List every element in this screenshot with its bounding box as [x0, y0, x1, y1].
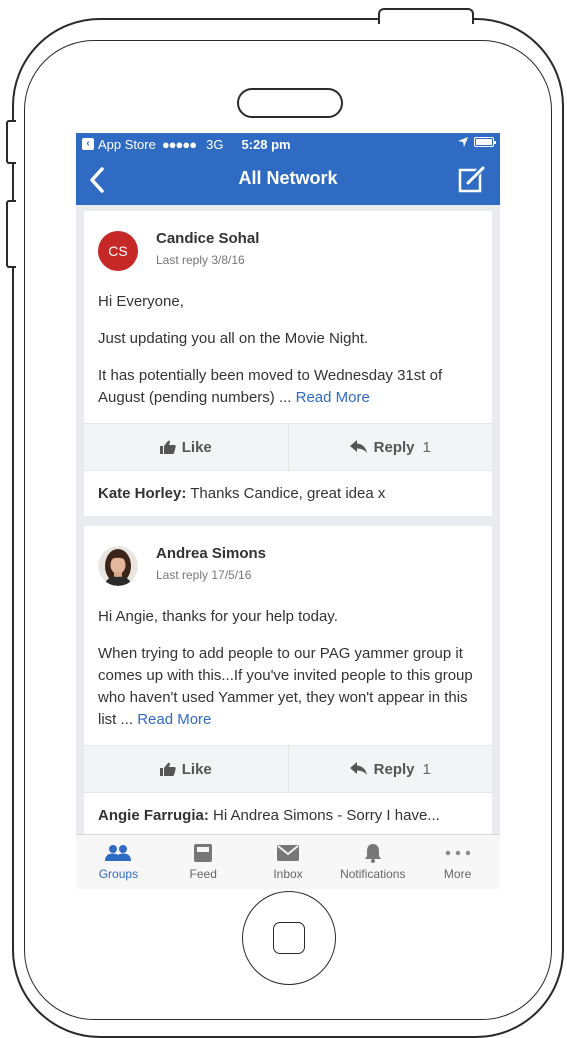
- speaker-grille: [237, 88, 343, 118]
- post-meta: Last reply 17/5/16: [156, 568, 252, 582]
- status-time: 5:28 pm: [241, 136, 291, 152]
- tab-label: Notifications: [340, 867, 406, 881]
- reply-count: 1: [422, 760, 431, 778]
- groups-icon: [105, 845, 132, 861]
- post-card[interactable]: CS Candice Sohal Last reply 3/8/16 Hi Ev…: [84, 211, 492, 516]
- reply-button[interactable]: Reply 1: [289, 746, 493, 792]
- post-paragraph: Hi Angie, thanks for your help today.: [98, 608, 338, 625]
- reply-button[interactable]: Reply 1: [289, 424, 493, 470]
- home-button-icon: [273, 922, 305, 954]
- post-actions: Like Reply 1: [84, 745, 492, 792]
- reply-text: Thanks Candice, great idea x: [190, 485, 386, 502]
- post-body[interactable]: Hi Everyone, Just updating you all on th…: [84, 279, 492, 423]
- avatar[interactable]: CS: [98, 231, 138, 271]
- post-meta: Last reply 3/8/16: [156, 253, 245, 267]
- back-app-label[interactable]: App Store: [98, 137, 156, 152]
- status-bar: ‹ App Store ●●●●● 3G 5:28 pm: [76, 133, 500, 155]
- post-paragraph: Just updating you all on the Movie Night…: [98, 330, 369, 347]
- thumbs-up-icon: [159, 762, 176, 776]
- signal-strength: ●●●●●: [161, 136, 197, 152]
- tab-inbox[interactable]: Inbox: [246, 835, 331, 889]
- read-more-link[interactable]: Read More: [137, 711, 211, 728]
- battery-icon: [474, 137, 496, 147]
- reply-author: Angie Farrugia:: [98, 807, 209, 824]
- reply-author: Kate Horley:: [98, 485, 187, 502]
- page-title: All Network: [238, 168, 338, 188]
- post-actions: Like Reply 1: [84, 423, 492, 470]
- like-label: Like: [181, 438, 212, 456]
- latest-reply[interactable]: Kate Horley: Thanks Candice, great idea …: [84, 470, 492, 516]
- location-icon: [458, 137, 468, 147]
- avatar[interactable]: [98, 546, 138, 586]
- feed-icon: [194, 844, 213, 862]
- like-button[interactable]: Like: [84, 746, 289, 792]
- tab-label: More: [443, 867, 472, 881]
- navigation-bar: All Network: [76, 155, 500, 205]
- reply-text: Hi Andrea Simons - Sorry I have...: [213, 807, 440, 824]
- back-to-app-icon[interactable]: ‹: [82, 138, 94, 150]
- post-author[interactable]: Candice Sohal: [156, 230, 259, 247]
- reply-count: 1: [422, 438, 431, 456]
- tab-more[interactable]: More: [415, 835, 500, 889]
- tab-label: Inbox: [273, 867, 303, 881]
- post-author[interactable]: Andrea Simons: [156, 545, 266, 562]
- latest-reply[interactable]: Angie Farrugia: Hi Andrea Simons - Sorry…: [84, 792, 492, 838]
- mute-switch: [6, 120, 16, 164]
- post-card[interactable]: Andrea Simons Last reply 17/5/16 Hi Angi…: [84, 526, 492, 838]
- conversation-feed[interactable]: CS Candice Sohal Last reply 3/8/16 Hi Ev…: [76, 205, 500, 838]
- post-paragraph: Hi Everyone,: [98, 293, 184, 310]
- reply-arrow-icon: [349, 440, 367, 453]
- reply-label: Reply: [373, 438, 415, 456]
- like-button[interactable]: Like: [84, 424, 289, 470]
- volume-button: [6, 200, 16, 268]
- network-type: 3G: [206, 136, 224, 152]
- tab-label: Feed: [189, 867, 217, 881]
- post-body[interactable]: Hi Angie, thanks for your help today. Wh…: [84, 594, 492, 745]
- more-icon: [445, 850, 470, 856]
- inbox-icon: [276, 845, 299, 861]
- tab-bar: Groups Feed Inbox Notifications More: [76, 834, 500, 889]
- screen: ‹ App Store ●●●●● 3G 5:28 pm All Network…: [76, 133, 500, 889]
- tab-label: Groups: [98, 867, 139, 881]
- tab-feed[interactable]: Feed: [161, 835, 246, 889]
- bell-icon: [364, 844, 381, 863]
- reply-arrow-icon: [349, 762, 367, 775]
- tab-groups[interactable]: Groups: [76, 835, 161, 889]
- read-more-link[interactable]: Read More: [296, 389, 370, 406]
- thumbs-up-icon: [159, 440, 176, 454]
- like-label: Like: [181, 760, 212, 778]
- tab-notifications[interactable]: Notifications: [330, 835, 415, 889]
- post-paragraph: It has potentially been moved to Wednesd…: [98, 367, 443, 406]
- compose-icon[interactable]: [458, 165, 486, 193]
- power-button: [378, 8, 474, 24]
- reply-label: Reply: [373, 760, 415, 778]
